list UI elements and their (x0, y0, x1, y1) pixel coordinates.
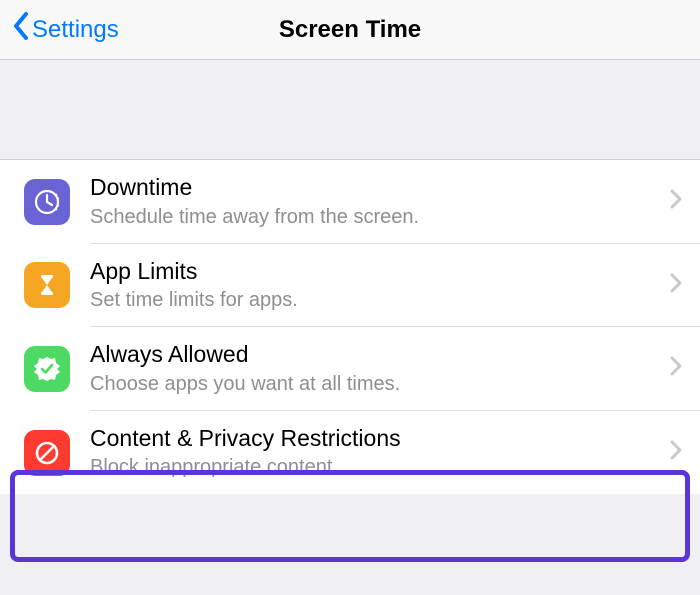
row-subtitle: Block inappropriate content. (90, 454, 660, 480)
navbar: Settings Screen Time (0, 0, 700, 60)
row-title: Always Allowed (90, 341, 660, 369)
no-sign-icon (24, 430, 70, 476)
row-title: Downtime (90, 174, 660, 202)
downtime-icon (24, 179, 70, 225)
settings-list: Downtime Schedule time away from the scr… (0, 160, 700, 494)
chevron-right-icon (670, 356, 682, 381)
row-subtitle: Schedule time away from the screen. (90, 204, 660, 230)
section-gap (0, 60, 700, 160)
row-downtime[interactable]: Downtime Schedule time away from the scr… (0, 160, 700, 244)
back-button[interactable]: Settings (12, 11, 119, 48)
page-title: Screen Time (279, 16, 421, 43)
row-title: Content & Privacy Restrictions (90, 425, 660, 453)
checkmark-seal-icon (24, 346, 70, 392)
chevron-left-icon (12, 11, 32, 48)
hourglass-icon (24, 262, 70, 308)
back-label: Settings (32, 16, 119, 44)
row-subtitle: Choose apps you want at all times. (90, 371, 660, 397)
row-title: App Limits (90, 258, 660, 286)
chevron-right-icon (670, 440, 682, 465)
row-content-privacy[interactable]: Content & Privacy Restrictions Block ina… (0, 411, 700, 495)
row-app-limits[interactable]: App Limits Set time limits for apps. (0, 244, 700, 328)
chevron-right-icon (670, 189, 682, 214)
row-always-allowed[interactable]: Always Allowed Choose apps you want at a… (0, 327, 700, 411)
chevron-right-icon (670, 273, 682, 298)
row-subtitle: Set time limits for apps. (90, 287, 660, 313)
